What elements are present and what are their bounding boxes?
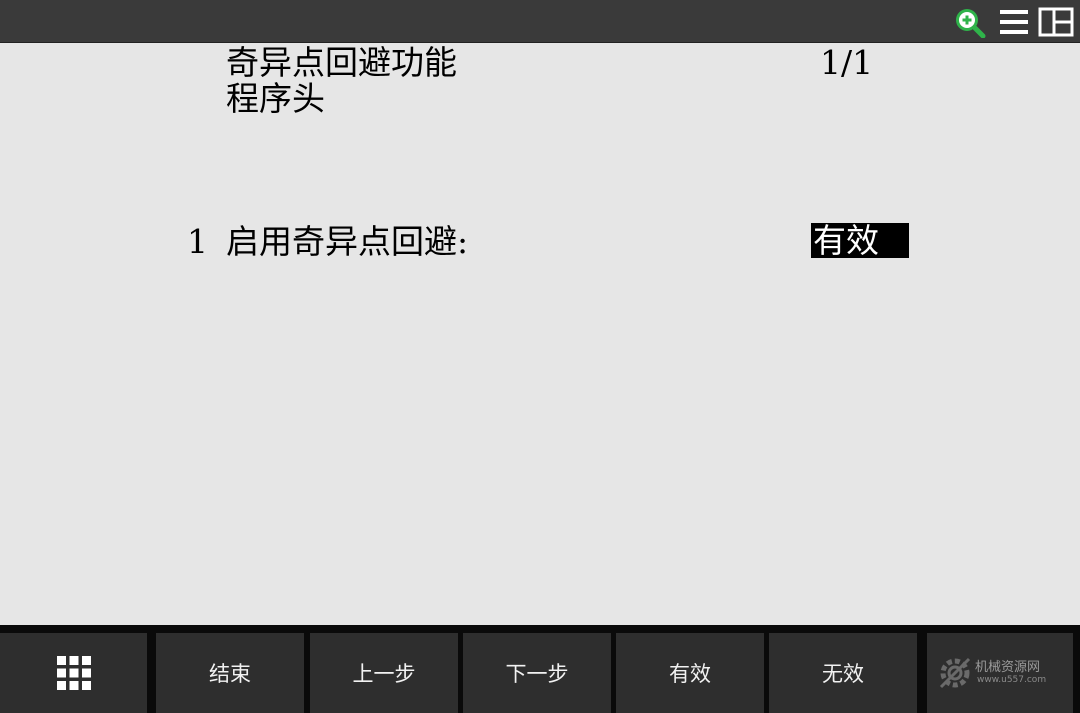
zoom-in-icon[interactable]	[952, 6, 988, 38]
next-step-button[interactable]: 下一步	[463, 633, 611, 713]
enable-button[interactable]: 有效	[616, 633, 764, 713]
screen-title: 奇异点回避功能	[226, 43, 457, 82]
extra-function-key[interactable]: 机械资源网 www.u557.com	[927, 633, 1073, 713]
previous-step-button[interactable]: 上一步	[310, 633, 458, 713]
menu-icon[interactable]	[998, 6, 1030, 38]
item-number: 1	[187, 222, 208, 261]
split-window-icon[interactable]	[1038, 6, 1074, 38]
grid-menu-icon	[56, 656, 91, 690]
grid-menu-button[interactable]	[0, 633, 147, 713]
screen-subtitle: 程序头	[226, 79, 325, 118]
teach-pendant-screen: 奇异点回避功能 程序头 1/1 1 启用奇异点回避: 有效	[0, 43, 1080, 625]
disable-button[interactable]: 无效	[769, 633, 917, 713]
gear-logo-icon	[939, 657, 971, 689]
item-label: 启用奇异点回避:	[226, 222, 469, 261]
watermark-text: 机械资源网	[975, 660, 1041, 675]
watermark: 机械资源网 www.u557.com	[927, 633, 1073, 713]
watermark-url: www.u557.com	[977, 675, 1047, 685]
top-status-bar	[0, 0, 1080, 43]
end-button[interactable]: 结束	[156, 633, 304, 713]
function-key-bar: 结束 上一步 下一步 有效 无效 机械资源网 www.u557.com	[0, 625, 1080, 713]
page-indicator: 1/1	[820, 43, 874, 82]
item-value-selected[interactable]: 有效	[811, 223, 909, 259]
